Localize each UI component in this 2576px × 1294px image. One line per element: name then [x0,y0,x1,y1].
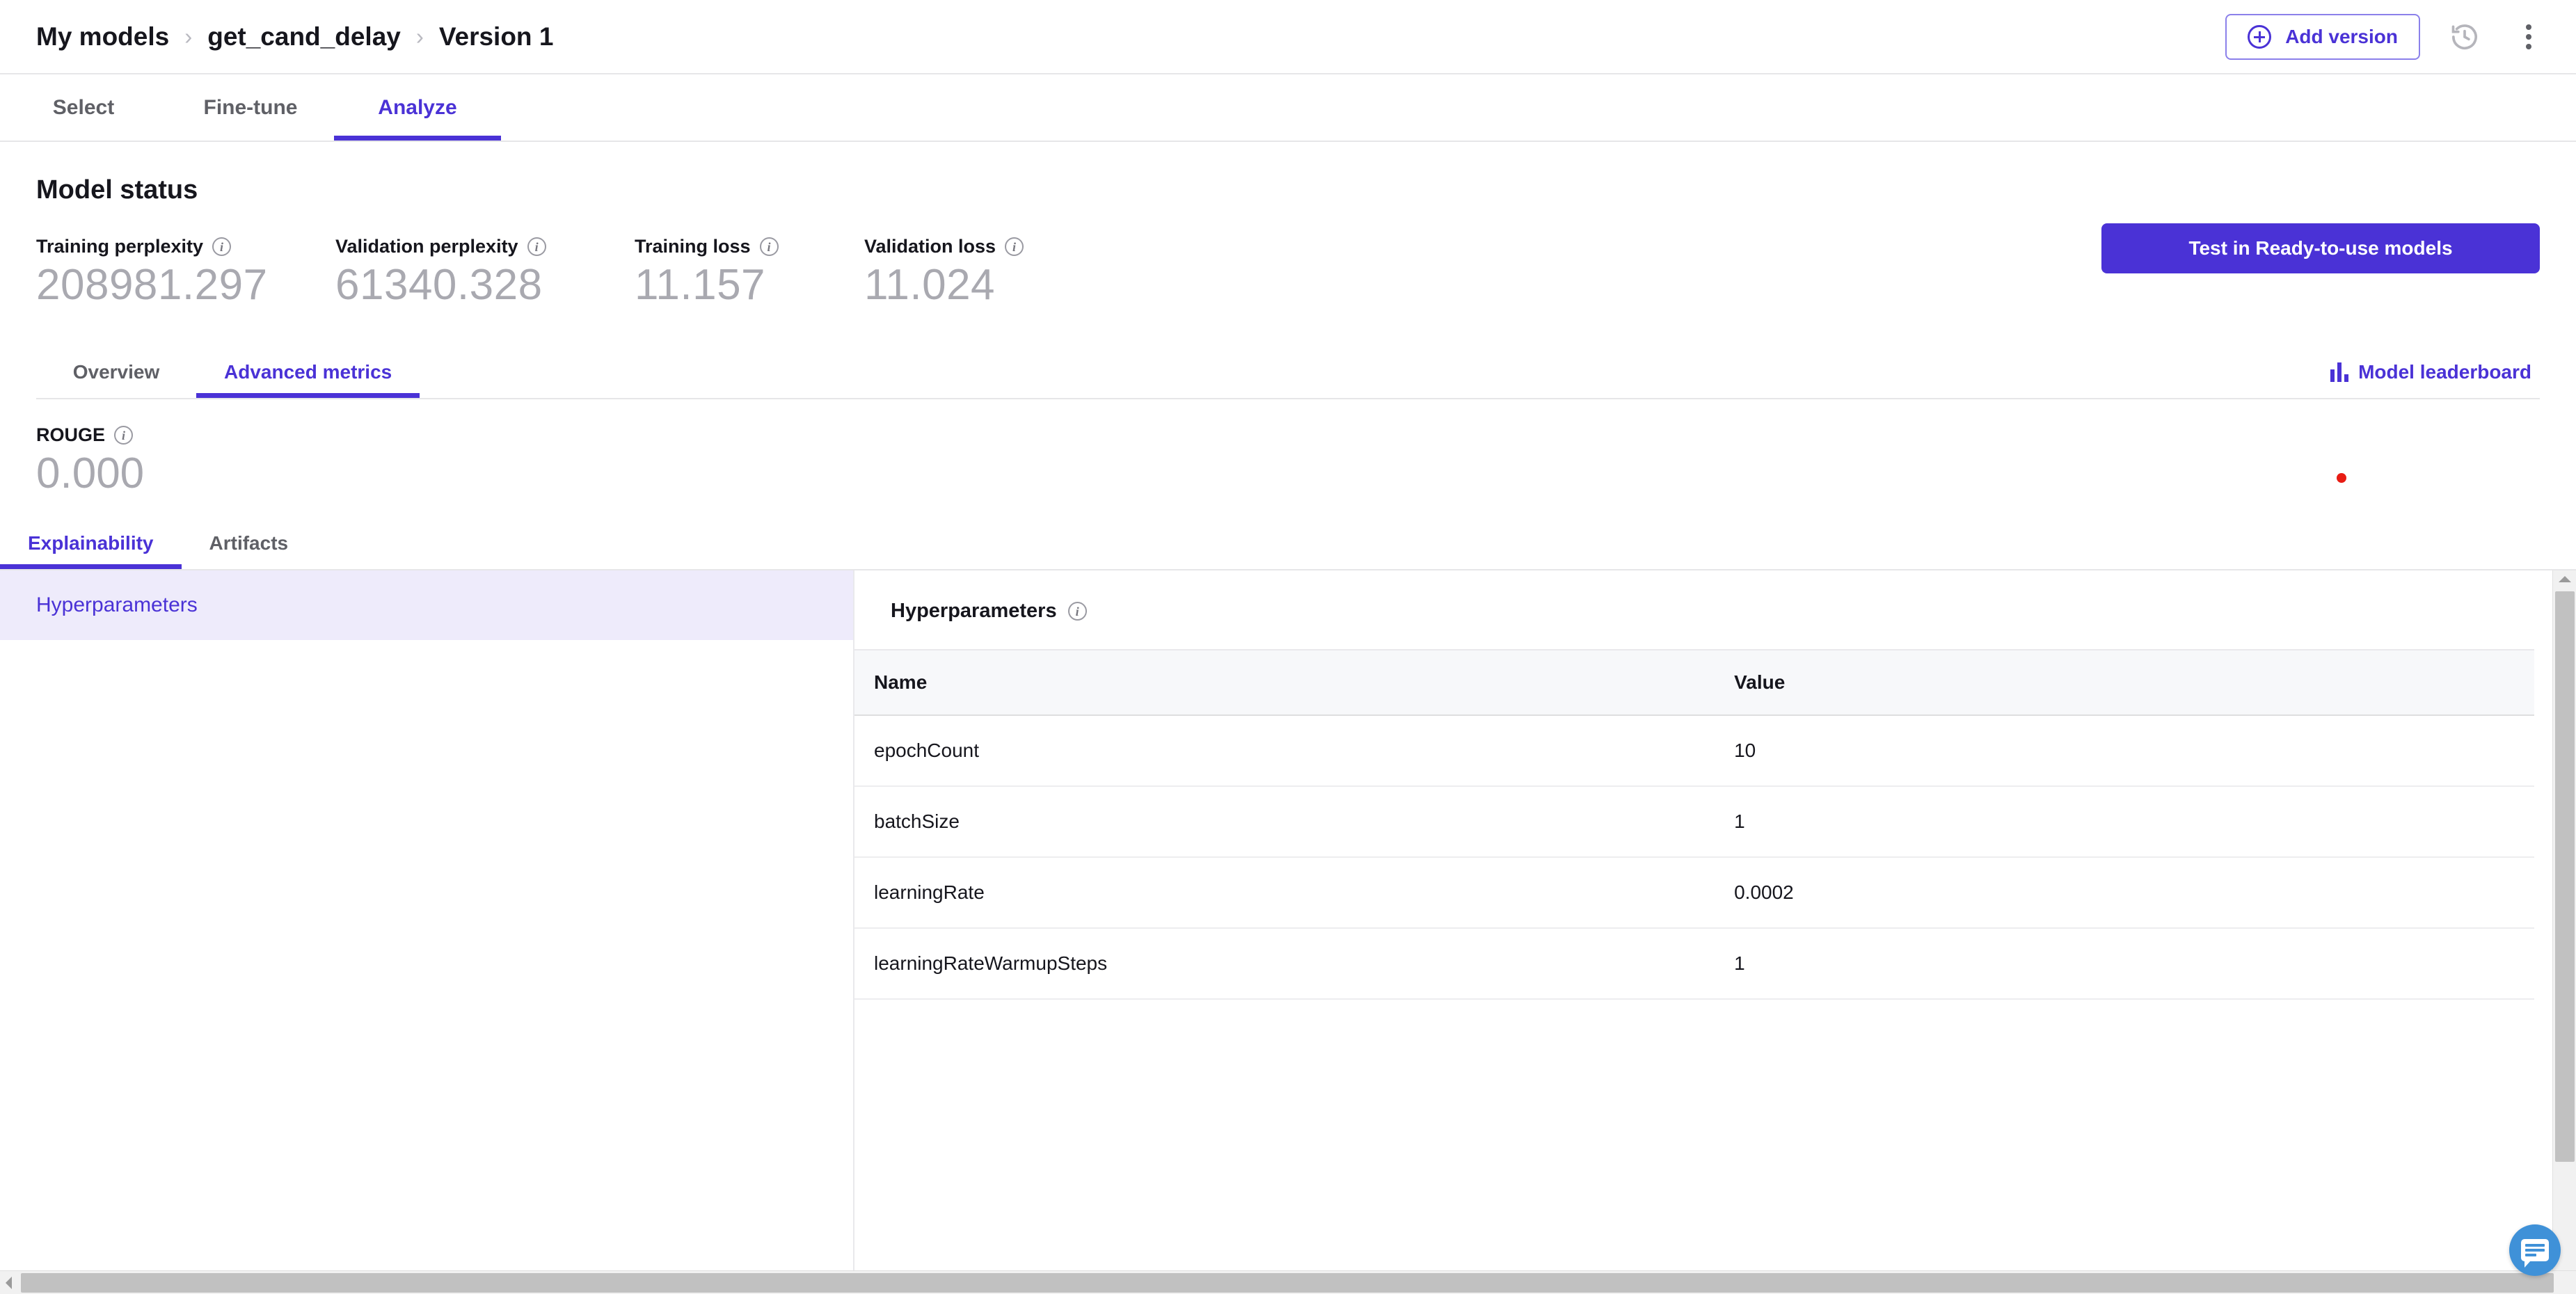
hyperparameters-panel: Hyperparameters i Name Value epochCount … [854,570,2576,1281]
more-options-button[interactable] [2509,17,2548,56]
metric-training-loss: Training loss i 11.157 [635,236,864,309]
explainability-sidebar: Hyperparameters [0,570,854,1281]
panel-title: Hyperparameters [891,600,1057,623]
horizontal-scrollbar-thumb[interactable] [21,1273,2554,1293]
table-row: batchSize 1 [854,786,2534,858]
cell-name: learningRate [854,857,1715,929]
tab-artifacts[interactable]: Artifacts [182,518,317,569]
metric-label-text: Training loss [635,236,751,257]
top-header-bar: My models › get_cand_delay › Version 1 A… [0,0,2576,74]
sidebar-item-label: Hyperparameters [36,593,198,617]
rouge-metric-block: ROUGE i 0.000 [0,399,2576,518]
scroll-up-arrow-icon[interactable] [2558,576,2571,583]
tab-fine-tune[interactable]: Fine-tune [167,74,334,141]
info-icon[interactable]: i [1067,602,1087,621]
test-in-ready-to-use-models-button[interactable]: Test in Ready-to-use models [2101,223,2540,273]
breadcrumb: My models › get_cand_delay › Version 1 [36,22,553,51]
metric-label-text: Validation perplexity [335,236,518,257]
cell-value: 1 [1715,786,2534,858]
tab-advanced-metrics[interactable]: Advanced metrics [196,346,420,399]
primary-tab-bar: Select Fine-tune Analyze [0,74,2576,142]
table-row: epochCount 10 [854,715,2534,788]
sidebar-item-hyperparameters[interactable]: Hyperparameters [0,570,853,641]
horizontal-scrollbar[interactable] [0,1270,2576,1294]
table-row: learningRate 0.0002 [854,857,2534,929]
tertiary-tab-bar: Explainability Artifacts [0,518,2576,571]
table-row: learningRateWarmupSteps 1 [854,928,2534,1000]
metric-label: Training perplexity i [36,236,335,257]
history-icon [2451,24,2477,49]
content-split-pane: Hyperparameters Hyperparameters i Name V… [0,570,2576,1281]
plus-circle-icon [2248,24,2272,49]
secondary-tab-bar: Overview Advanced metrics Model leaderbo… [36,346,2540,400]
add-version-label: Add version [2285,25,2398,47]
header-actions: Add version [2225,13,2548,60]
info-icon[interactable]: i [114,426,134,445]
metric-value: 11.157 [635,261,766,309]
metric-value: 61340.328 [335,261,543,309]
model-leaderboard-label: Model leaderboard [2358,361,2531,383]
add-version-button[interactable]: Add version [2225,13,2420,60]
chat-bubble-icon [2521,1239,2549,1268]
metric-label-text: Validation loss [864,236,996,257]
table-header: Name Value [854,649,2534,717]
tab-select-label: Select [52,95,115,119]
page-title: Model status [36,175,198,205]
cell-value: 10 [1715,715,2534,788]
breadcrumb-item-version: Version 1 [438,22,554,51]
cell-name: epochCount [854,715,1715,788]
scroll-left-arrow-icon[interactable] [6,1276,12,1289]
bar-chart-icon [2330,362,2349,383]
metric-training-perplexity: Training perplexity i 208981.297 [36,236,335,309]
breadcrumb-item-my-models[interactable]: My models [36,22,169,51]
tab-explainability[interactable]: Explainability [0,518,182,570]
breadcrumb-item-model-name[interactable]: get_cand_delay [207,22,401,51]
metric-validation-loss: Validation loss i 11.024 [864,236,1094,309]
vertical-scrollbar-thumb[interactable] [2555,591,2575,1163]
cell-name: batchSize [854,786,1715,858]
tab-overview-label: Overview [72,361,160,383]
table-header-row: Name Value [854,649,2534,717]
metric-label-text: Training perplexity [36,236,204,257]
tab-analyze-label: Analyze [378,95,457,119]
metric-label: Training loss i [635,236,864,257]
tab-select[interactable]: Select [0,74,167,141]
hyperparameters-table: Name Value epochCount 10 batchSize 1 lea… [854,649,2534,1000]
model-status-section: Model status Training perplexity i 20898… [0,142,2576,400]
panel-title-row: Hyperparameters i [854,570,2576,649]
kebab-menu-icon [2526,24,2531,49]
metric-label: Validation loss i [864,236,1094,257]
metric-validation-perplexity: Validation perplexity i 61340.328 [335,236,635,309]
breadcrumb-separator-icon: › [184,24,193,49]
rouge-value: 0.000 [36,449,145,498]
breadcrumb-separator-icon: › [415,24,424,49]
model-leaderboard-link[interactable]: Model leaderboard [2330,361,2531,383]
rouge-label-text: ROUGE [36,424,106,446]
tab-overview[interactable]: Overview [36,346,196,398]
chat-support-button[interactable] [2509,1224,2561,1276]
cell-name: learningRateWarmupSteps [854,928,1715,1000]
info-icon[interactable]: i [1005,237,1024,256]
tab-artifacts-label: Artifacts [209,532,289,554]
tab-fine-tune-label: Fine-tune [203,95,298,119]
cell-value: 1 [1715,928,2534,1000]
info-icon[interactable]: i [759,237,779,256]
vertical-scrollbar[interactable] [2552,570,2576,1281]
tab-explainability-label: Explainability [28,532,154,554]
tab-analyze[interactable]: Analyze [334,74,501,141]
rouge-label: ROUGE i [36,424,2540,446]
table-body: epochCount 10 batchSize 1 learningRate 0… [854,715,2534,1000]
info-icon[interactable]: i [212,237,232,256]
metric-value: 11.024 [864,261,996,309]
metric-label: Validation perplexity i [335,236,635,257]
cell-value: 0.0002 [1715,857,2534,929]
tab-advanced-metrics-label: Advanced metrics [224,361,392,383]
version-history-button[interactable] [2445,17,2484,56]
column-header-value: Value [1715,649,2534,717]
metrics-row: Training perplexity i 208981.297 Validat… [36,223,2540,309]
info-icon[interactable]: i [527,237,546,256]
column-header-name: Name [854,649,1715,717]
app-page: My models › get_cand_delay › Version 1 A… [0,0,2576,1294]
metric-value: 208981.297 [36,261,268,309]
